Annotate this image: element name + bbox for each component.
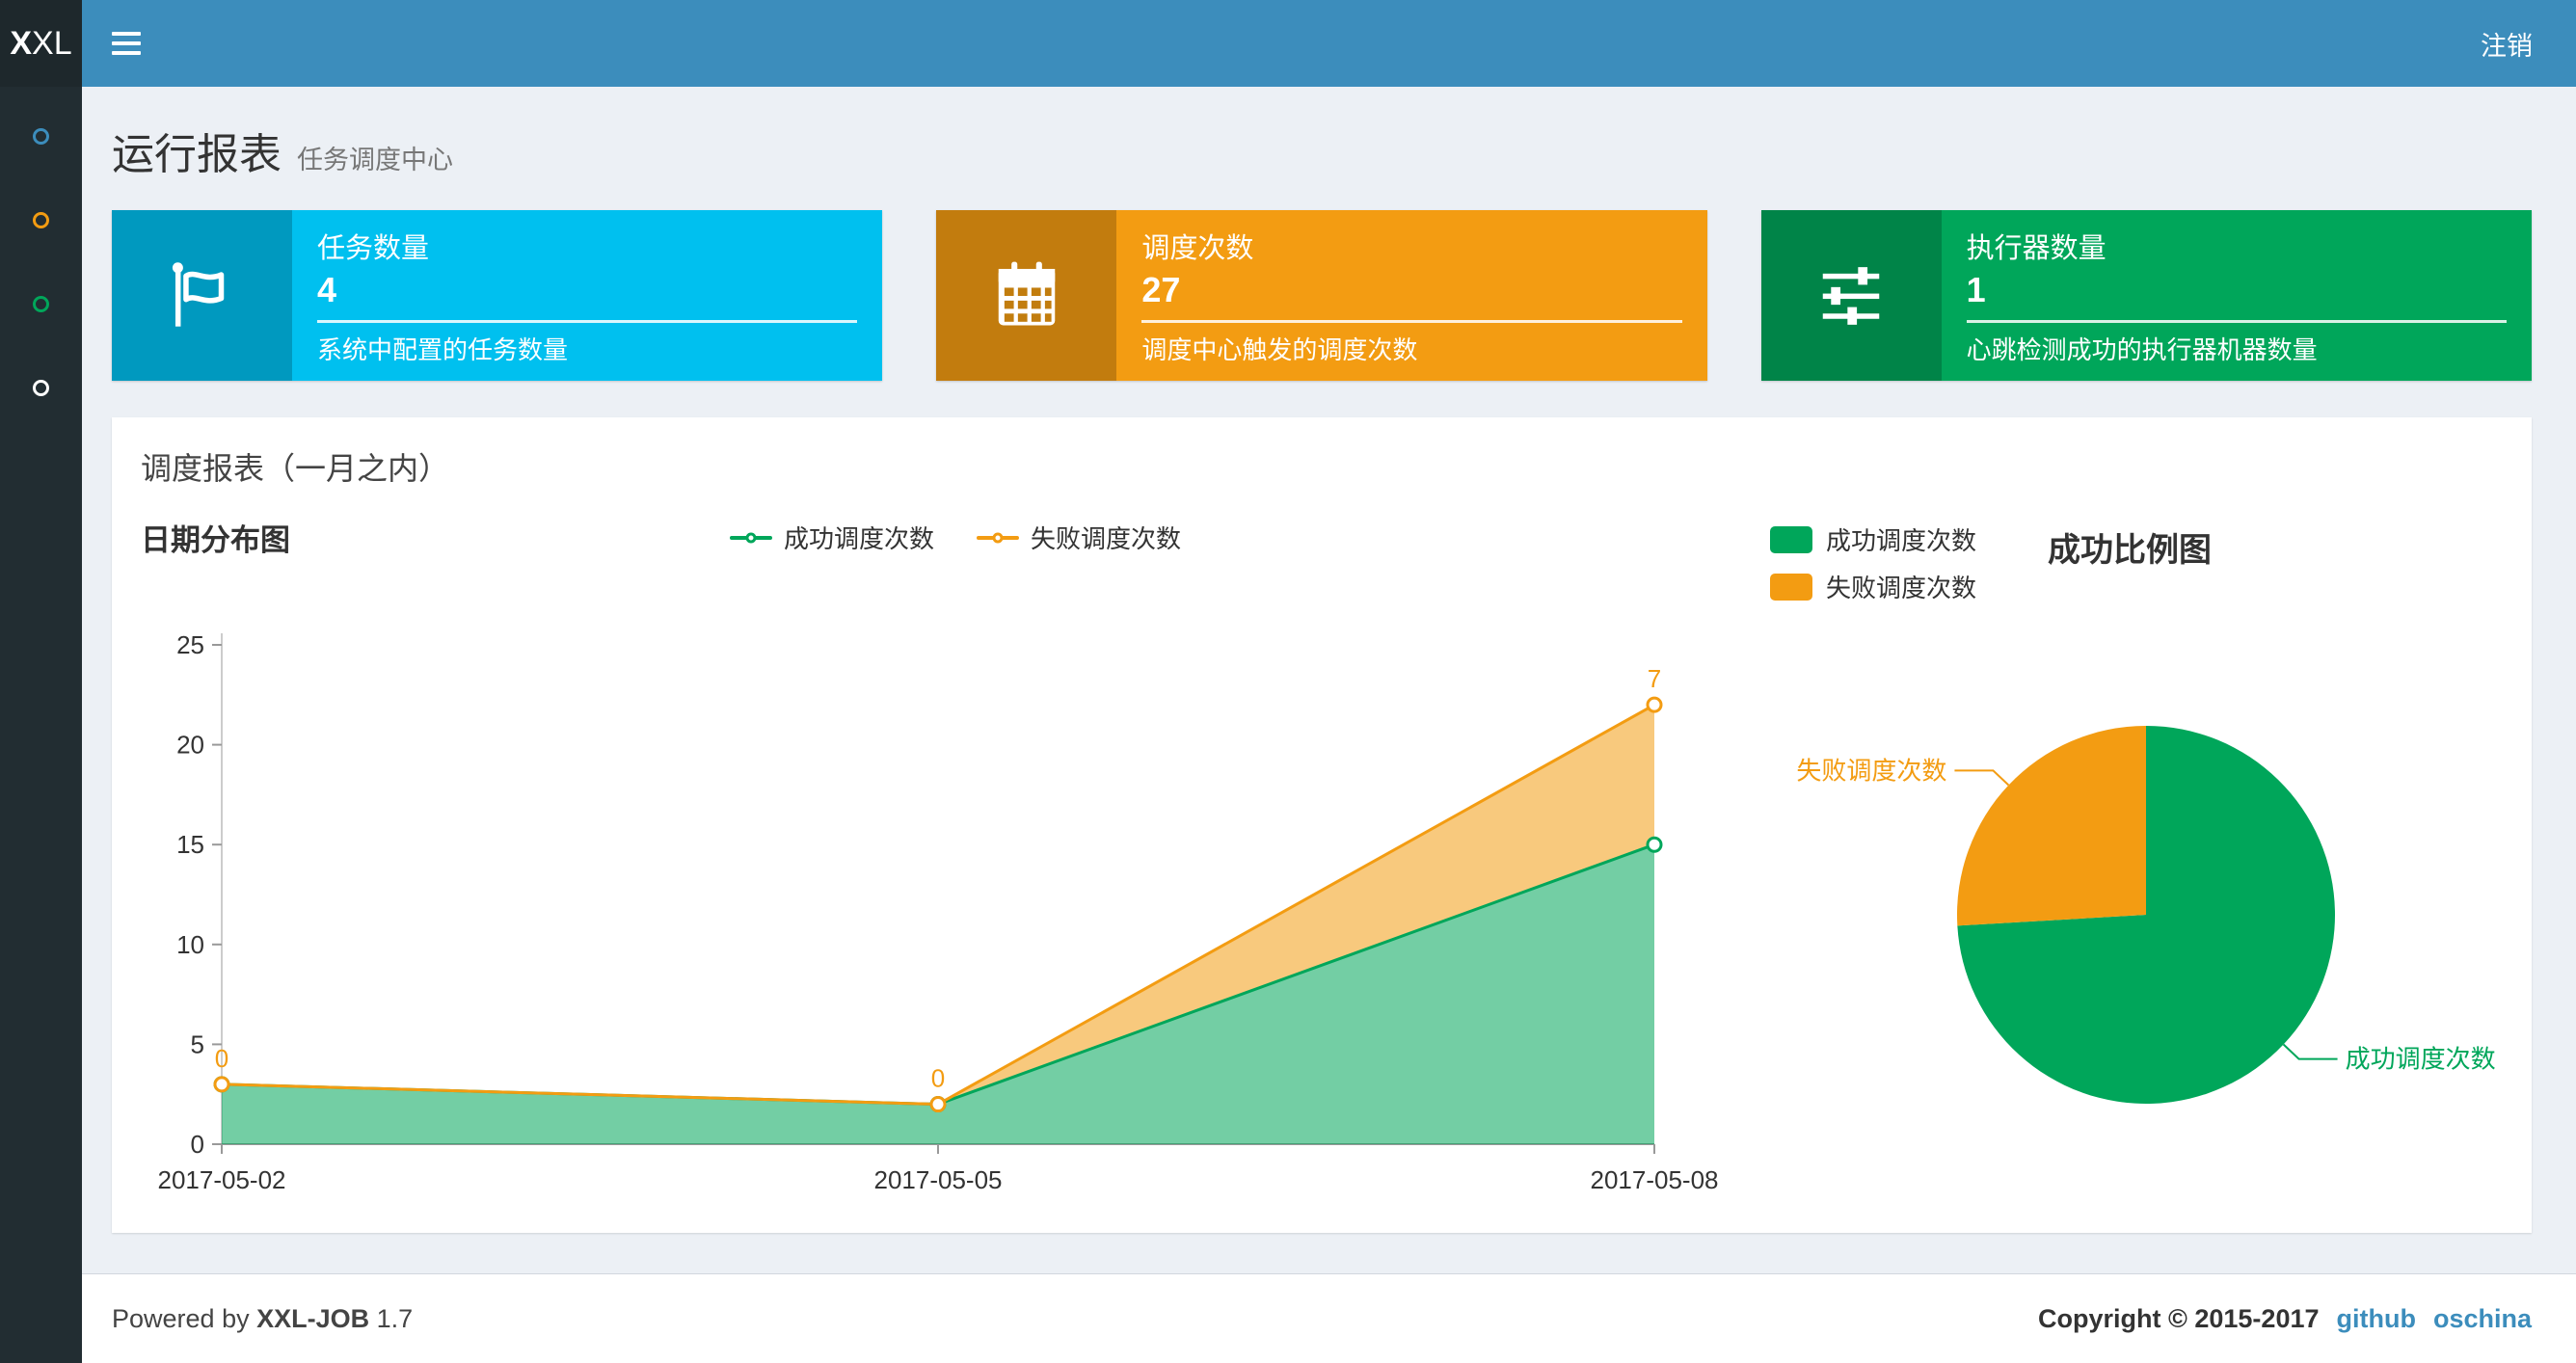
github-link[interactable]: github	[2337, 1304, 2416, 1334]
info-box-value: 1	[1966, 270, 1986, 309]
stats-row: 任务数量 4 系统中配置的任务数量 调度次数 27 调度中心触发的调度次数 执行…	[82, 210, 2576, 381]
app-logo[interactable]: X XL	[0, 0, 82, 87]
success-ratio-chart: 成功调度次数 失败调度次数 成功比例图 成功调度次数 失败调度次数	[1770, 516, 2503, 1214]
page-header: 运行报表 任务调度中心	[82, 87, 2576, 210]
svg-text:成功调度次数: 成功调度次数	[2346, 1045, 2496, 1074]
info-box-executors: 执行器数量 1 心跳检测成功的执行器机器数量	[1760, 210, 2532, 381]
info-box-value: 4	[317, 270, 337, 309]
panel-title: 调度报表（一月之内）	[141, 451, 450, 486]
hamburger-icon	[112, 32, 141, 36]
legend-item-success[interactable]: 成功调度次数	[729, 520, 934, 555]
circle-icon	[33, 296, 49, 312]
page-title: 运行报表	[112, 131, 282, 178]
sidebar-item-dashboard[interactable]	[0, 94, 82, 178]
page-subtitle: 任务调度中心	[297, 146, 453, 174]
info-box-desc: 系统中配置的任务数量	[317, 335, 569, 364]
main-content: 运行报表 任务调度中心 任务数量 4 系统中配置的任务数量 调度次数 27 调度…	[82, 87, 2576, 1233]
sidebar-nav	[0, 87, 82, 1363]
main-footer: Powered by XXL-JOB 1.7 Copyright © 2015-…	[82, 1273, 2576, 1363]
svg-text:0: 0	[215, 1044, 228, 1073]
svg-text:25: 25	[176, 630, 204, 659]
sidebar-toggle-button[interactable]	[82, 0, 171, 87]
line-chart-canvas: 05101520252017-05-02 2017-05-05 2017-05-08…	[158, 630, 1719, 1194]
powered-by: Powered by XXL-JOB 1.7	[112, 1303, 414, 1333]
line-chart-title: 日期分布图	[141, 523, 290, 557]
divider	[1141, 320, 1682, 323]
pie-legend-fail[interactable]: 失败调度次数	[1770, 569, 1976, 604]
sliders-icon	[1760, 210, 1942, 381]
svg-text:2017-05-08: 2017-05-08	[1591, 1165, 1719, 1194]
line-marker-icon	[729, 532, 772, 543]
calendar-icon	[936, 210, 1117, 381]
pie-chart-title: 成功比例图	[2048, 532, 2212, 569]
svg-text:0: 0	[191, 1130, 204, 1159]
logout-link[interactable]: 注销	[2437, 0, 2576, 87]
svg-text:2017-05-05: 2017-05-05	[874, 1165, 1003, 1194]
divider	[1966, 320, 2507, 323]
info-box-desc: 调度中心触发的调度次数	[1141, 335, 1418, 364]
info-box-value: 27	[1141, 270, 1181, 309]
svg-text:10: 10	[176, 930, 204, 959]
sidebar-item-logs[interactable]	[0, 346, 82, 430]
pie-chart-canvas: 成功调度次数 失败调度次数	[1796, 726, 2496, 1104]
sidebar-item-jobs[interactable]	[0, 178, 82, 262]
pie-legend-success[interactable]: 成功调度次数	[1770, 521, 1976, 557]
svg-text:失败调度次数: 失败调度次数	[1796, 756, 1946, 785]
top-navbar: X XL 注销	[0, 0, 2576, 87]
divider	[317, 320, 858, 323]
legend-label: 成功调度次数	[783, 524, 934, 553]
svg-text:0: 0	[931, 1064, 945, 1093]
info-box-label: 任务数量	[317, 233, 430, 264]
pie-chart-legend: 成功调度次数 失败调度次数	[1770, 521, 1976, 616]
info-box-desc: 心跳检测成功的执行器机器数量	[1966, 335, 2318, 364]
circle-icon	[33, 128, 49, 145]
legend-swatch-icon	[1770, 525, 1812, 553]
app-logo-rest: XL	[32, 24, 72, 62]
info-box-jobs: 任务数量 4 系统中配置的任务数量	[112, 210, 883, 381]
info-box-triggers: 调度次数 27 调度中心触发的调度次数	[936, 210, 1707, 381]
circle-icon	[33, 212, 49, 228]
svg-text:20: 20	[176, 731, 204, 760]
svg-text:5: 5	[191, 1029, 204, 1058]
charts-row: 日期分布图 成功调度次数 失败调度次数 0 5 10 15 20 25 2017-05-02…	[141, 516, 2503, 1214]
info-box-label: 执行器数量	[1966, 233, 2106, 264]
svg-text:15: 15	[176, 830, 204, 859]
legend-label: 失败调度次数	[1826, 574, 1977, 602]
legend-label: 成功调度次数	[1826, 526, 1977, 555]
copyright-text: Copyright © 2015-2017	[2037, 1303, 2320, 1333]
circle-icon	[33, 380, 49, 396]
info-box-label: 调度次数	[1141, 233, 1254, 264]
sidebar-item-executors[interactable]	[0, 262, 82, 346]
report-panel: 调度报表（一月之内） 日期分布图 成功调度次数 失败调度次数 0 5 10 15…	[112, 417, 2532, 1233]
legend-label: 失败调度次数	[1031, 524, 1182, 553]
flag-icon	[112, 210, 292, 381]
line-chart-legend: 成功调度次数 失败调度次数	[729, 520, 1181, 555]
svg-text:2017-05-02: 2017-05-02	[158, 1165, 286, 1194]
line-marker-icon	[977, 532, 1019, 543]
legend-swatch-icon	[1770, 573, 1812, 601]
svg-text:7: 7	[1648, 664, 1661, 693]
legend-item-fail[interactable]: 失败调度次数	[977, 520, 1181, 555]
oschina-link[interactable]: oschina	[2433, 1304, 2532, 1334]
date-distribution-chart: 日期分布图 成功调度次数 失败调度次数 0 5 10 15 20 25 2017-05-02…	[141, 516, 1770, 1214]
app-logo-bold: X	[10, 24, 33, 62]
